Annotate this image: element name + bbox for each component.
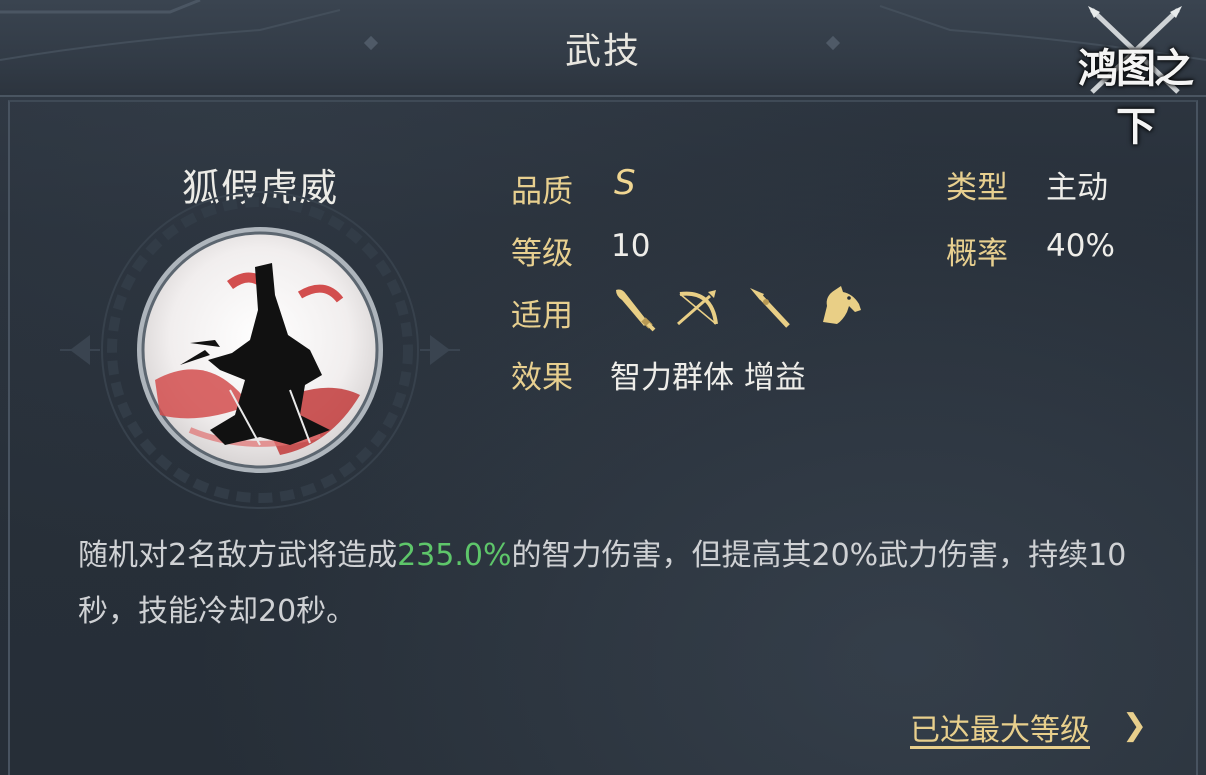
level-value: 10 [611,228,651,264]
applicable-label: 适用 [511,298,573,334]
chevron-right-icon[interactable]: ❯ [1122,708,1147,743]
chance-label: 概率 [946,236,1008,272]
level-label: 等级 [511,236,573,272]
horse-icon [823,286,861,324]
bow-icon [677,290,718,326]
skill-icon-frame [60,175,460,515]
quality-label: 品质 [511,174,573,210]
page-title: 武技 [564,31,641,72]
max-level-link[interactable]: 已达最大等级 [910,705,1090,749]
quality-value: S [614,163,636,203]
fox-silhouette-skill-icon [60,191,460,509]
skill-detail-screen: 武技 鸿图之下 狐假虎威 品质 S 类型 主动 等级 10 概率 40% 适用 … [0,0,1206,775]
description-text: 随机对2名敌方武将造成 [78,538,398,573]
skill-description: 随机对2名敌方武将造成235.0%的智力伤害，但提高其20%武力伤害，持续10秒… [78,528,1138,640]
game-logo: 鸿图之下 [1070,6,1200,150]
effect-label: 效果 [511,360,573,396]
type-label: 类型 [946,170,1008,206]
damage-percentage: 235.0% [397,538,512,573]
saber-icon [616,289,656,332]
chance-value: 40% [1046,228,1115,264]
type-value: 主动 [1046,170,1108,206]
spear-icon [750,288,790,328]
effect-value: 智力群体 增益 [610,360,806,396]
